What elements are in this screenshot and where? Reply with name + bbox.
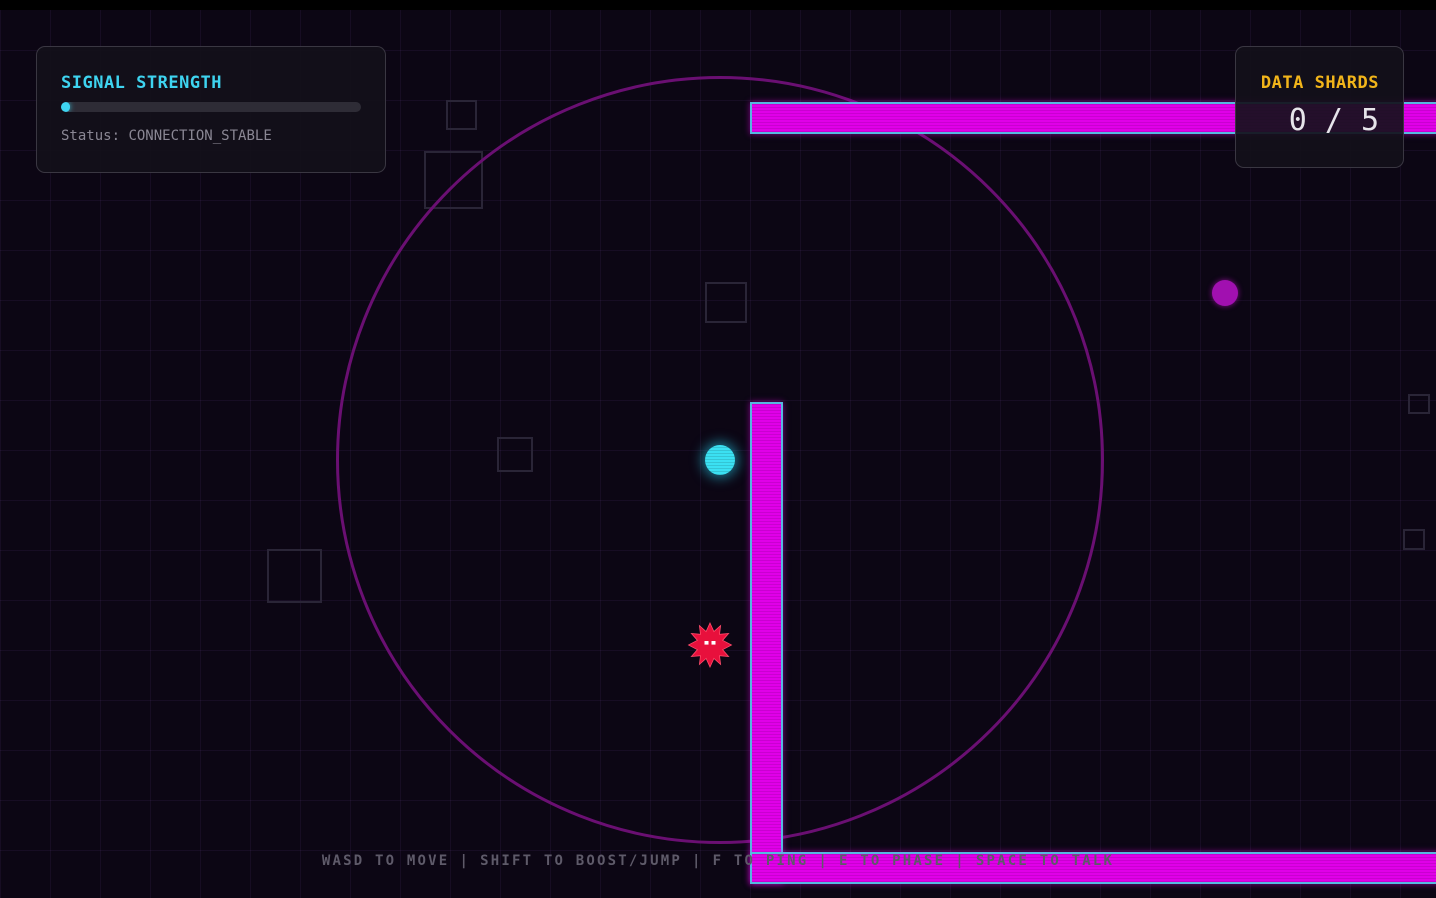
game-stage[interactable]: SIGNAL STRENGTH Status: CONNECTION_STABL…: [0, 10, 1436, 898]
control-hint: E TO PHASE: [838, 853, 946, 869]
shards-collected: 0: [1288, 103, 1307, 138]
player-orb: [705, 445, 735, 475]
virus-eye-left: [704, 641, 709, 645]
data-shard-orb: [1212, 280, 1238, 306]
shards-separator: /: [1324, 103, 1343, 138]
signal-strength-bar: [61, 102, 361, 112]
virus-body: [687, 622, 733, 668]
control-hint: WASD TO MOVE: [321, 853, 450, 869]
controls-separator: |: [818, 853, 829, 869]
obstacle-square: [267, 549, 322, 603]
shards-total: 5: [1360, 103, 1379, 138]
controls-separator: |: [692, 853, 703, 869]
data-shards-panel: DATA SHARDS 0 / 5: [1235, 46, 1404, 168]
status-label: Status:: [61, 128, 121, 144]
control-hint: SHIFT TO BOOST/JUMP: [480, 853, 683, 869]
virus-eye-right: [711, 641, 716, 645]
control-hint: F TO PING: [712, 853, 809, 869]
signal-strength-title: SIGNAL STRENGTH: [61, 73, 223, 93]
status-value: CONNECTION_STABLE: [128, 128, 272, 144]
spiky-virus-icon: [687, 622, 733, 668]
obstacle-square: [1403, 529, 1425, 550]
data-shards-title: DATA SHARDS: [1260, 73, 1379, 93]
data-shards-counter: 0 / 5: [1289, 103, 1379, 138]
controls-separator: |: [459, 853, 471, 869]
connection-status: Status: CONNECTION_STABLE: [61, 128, 272, 144]
obstacle-square: [446, 100, 477, 130]
obstacle-square: [1408, 394, 1430, 414]
control-hint: SPACE TO TALK: [975, 853, 1115, 869]
controls-hint-bar: WASD TO MOVE | SHIFT TO BOOST/JUMP | F TO PI…: [0, 853, 1436, 869]
controls-separator: |: [955, 853, 966, 869]
wall-vertical: [750, 402, 783, 884]
signal-strength-fill: [61, 102, 70, 112]
signal-strength-panel: SIGNAL STRENGTH Status: CONNECTION_STABL…: [36, 46, 386, 173]
